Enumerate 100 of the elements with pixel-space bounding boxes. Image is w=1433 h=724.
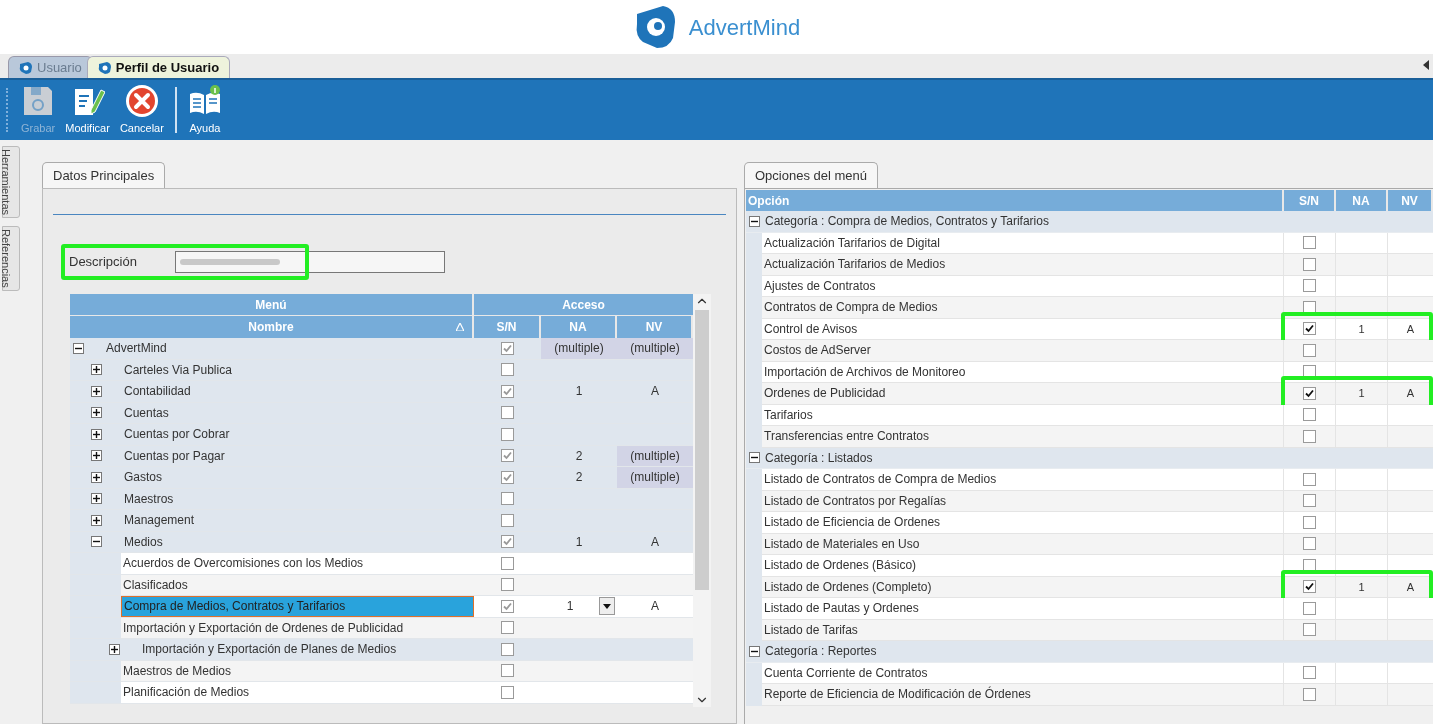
- table-cell: [1388, 598, 1433, 620]
- cancel-button[interactable]: Cancelar: [116, 83, 167, 137]
- option-label: Tarifarios: [762, 404, 1284, 426]
- tree-item-label[interactable]: Compra de Medios, Contratos y Tarifarios: [121, 596, 474, 617]
- checkbox[interactable]: [1303, 580, 1316, 594]
- sort-icon[interactable]: [456, 323, 464, 331]
- table-cell-text: 2: [574, 447, 584, 465]
- expand-icon[interactable]: [91, 364, 102, 376]
- expand-icon[interactable]: [91, 407, 102, 419]
- collapse-icon[interactable]: [73, 342, 84, 354]
- checkbox[interactable]: [501, 384, 514, 398]
- tree-item-label[interactable]: Carteles Via Publica: [124, 360, 232, 379]
- category-label: Categoría : Compra de Medios, Contratos y Tarifarios: [765, 213, 1049, 231]
- table-cell-text: 1: [574, 383, 584, 401]
- collapse-icon[interactable]: [749, 645, 760, 657]
- table-cell-text: A: [650, 533, 660, 551]
- dropdown-button[interactable]: [599, 597, 615, 615]
- expand-icon[interactable]: [91, 428, 102, 440]
- table-cell: 1: [1336, 318, 1388, 340]
- table-cell: [1388, 275, 1433, 297]
- tree-item-label[interactable]: Contabilidad: [124, 382, 191, 401]
- tree-item-label[interactable]: Maestros de Medios: [121, 660, 474, 681]
- checkbox[interactable]: [501, 470, 514, 484]
- checkbox[interactable]: [1303, 429, 1316, 443]
- checkbox[interactable]: [1303, 666, 1316, 680]
- table-cell: A: [617, 596, 693, 617]
- description-field[interactable]: [175, 251, 445, 273]
- checkbox[interactable]: [501, 621, 514, 635]
- tree-item-label[interactable]: Cuentas: [124, 403, 169, 422]
- checkbox[interactable]: [501, 363, 514, 377]
- checkbox[interactable]: [1303, 472, 1316, 486]
- option-label: Reporte de Eficiencia de Modificación de Órdenes: [762, 684, 1284, 706]
- tree-item-label[interactable]: Clasificados: [121, 574, 474, 595]
- option-label: Listado de Materiales en Uso: [762, 533, 1284, 555]
- checkbox[interactable]: [1303, 343, 1316, 357]
- help-button[interactable]: Ayuda: [184, 83, 225, 137]
- logo-text: AdvertMind: [688, 13, 801, 42]
- checkbox[interactable]: [1303, 601, 1316, 615]
- tree-item-label[interactable]: Gastos: [124, 468, 162, 487]
- checkbox[interactable]: [1303, 236, 1316, 250]
- window-tab[interactable]: Perfil de Usuario: [86, 56, 231, 78]
- tree-item-label[interactable]: AdvertMind: [106, 339, 167, 358]
- scrollbar[interactable]: [693, 294, 711, 707]
- expand-icon[interactable]: [91, 450, 102, 462]
- checkbox[interactable]: [501, 578, 514, 592]
- edit-button[interactable]: Modificar: [62, 83, 113, 137]
- checkbox[interactable]: [501, 449, 514, 463]
- checkbox[interactable]: [501, 685, 514, 699]
- option-label: Listado de Pautas y Ordenes: [762, 598, 1284, 620]
- checkbox[interactable]: [501, 513, 514, 527]
- expand-icon[interactable]: [91, 514, 102, 526]
- tree-item-label[interactable]: Cuentas por Cobrar: [124, 425, 230, 444]
- checkbox[interactable]: [501, 599, 514, 613]
- tree-item-label[interactable]: Importación y Exportación de Ordenes de Publicidad: [121, 617, 474, 638]
- option-label: Listado de Eficiencia de Ordenes: [762, 512, 1284, 534]
- table-cell: (multiple): [541, 338, 617, 359]
- checkbox[interactable]: [501, 535, 514, 549]
- checkbox[interactable]: [501, 556, 514, 570]
- table-cell: (multiple): [617, 467, 693, 488]
- panel-tab[interactable]: Datos Principales: [42, 162, 166, 188]
- panel-tab[interactable]: Opciones del menú: [744, 162, 878, 188]
- checkbox[interactable]: [501, 492, 514, 506]
- tree-item-label[interactable]: Management: [124, 511, 195, 530]
- checkbox[interactable]: [501, 406, 514, 420]
- tab-logo-icon: [97, 60, 112, 75]
- table-cell-text: 2: [574, 469, 584, 487]
- checkbox[interactable]: [1303, 623, 1316, 637]
- checkbox[interactable]: [1303, 386, 1316, 400]
- tree-item-label[interactable]: Acuerdos de Overcomisiones con los Medios: [121, 553, 474, 574]
- expand-icon[interactable]: [91, 471, 102, 483]
- checkbox[interactable]: [1303, 494, 1316, 508]
- tree-item-label[interactable]: Maestros: [124, 489, 174, 508]
- expand-icon[interactable]: [91, 385, 102, 397]
- option-label: Contratos de Compra de Medios: [762, 297, 1284, 319]
- option-label: Control de Avisos: [762, 318, 1284, 340]
- collapse-icon[interactable]: [749, 452, 760, 464]
- checkbox[interactable]: [501, 427, 514, 441]
- checkbox[interactable]: [501, 642, 514, 656]
- scroll-left-icon[interactable]: [1423, 60, 1429, 70]
- collapse-icon[interactable]: [91, 536, 102, 548]
- tree-item-label[interactable]: Medios: [124, 532, 163, 551]
- checkbox[interactable]: [1303, 515, 1316, 529]
- expand-icon[interactable]: [109, 643, 120, 655]
- checkbox[interactable]: [1303, 322, 1316, 336]
- checkbox[interactable]: [1303, 537, 1316, 551]
- checkbox[interactable]: [1303, 257, 1316, 271]
- collapse-icon[interactable]: [749, 215, 760, 227]
- expand-icon[interactable]: [91, 493, 102, 505]
- checkbox[interactable]: [1303, 279, 1316, 293]
- table-cell: [1388, 490, 1433, 512]
- side-tab[interactable]: Herramientas: [2, 146, 20, 219]
- tree-item-label[interactable]: Planificación de Medios: [121, 682, 474, 703]
- table-cell: (multiple): [617, 338, 693, 359]
- option-label: Listado de Ordenes (Completo): [762, 576, 1284, 598]
- checkbox[interactable]: [1303, 408, 1316, 422]
- checkbox[interactable]: [1303, 687, 1316, 701]
- checkbox[interactable]: [501, 341, 514, 355]
- tree-item-label[interactable]: Cuentas por Pagar: [124, 446, 225, 465]
- side-tab[interactable]: Referencias: [2, 226, 20, 291]
- checkbox[interactable]: [501, 664, 514, 678]
